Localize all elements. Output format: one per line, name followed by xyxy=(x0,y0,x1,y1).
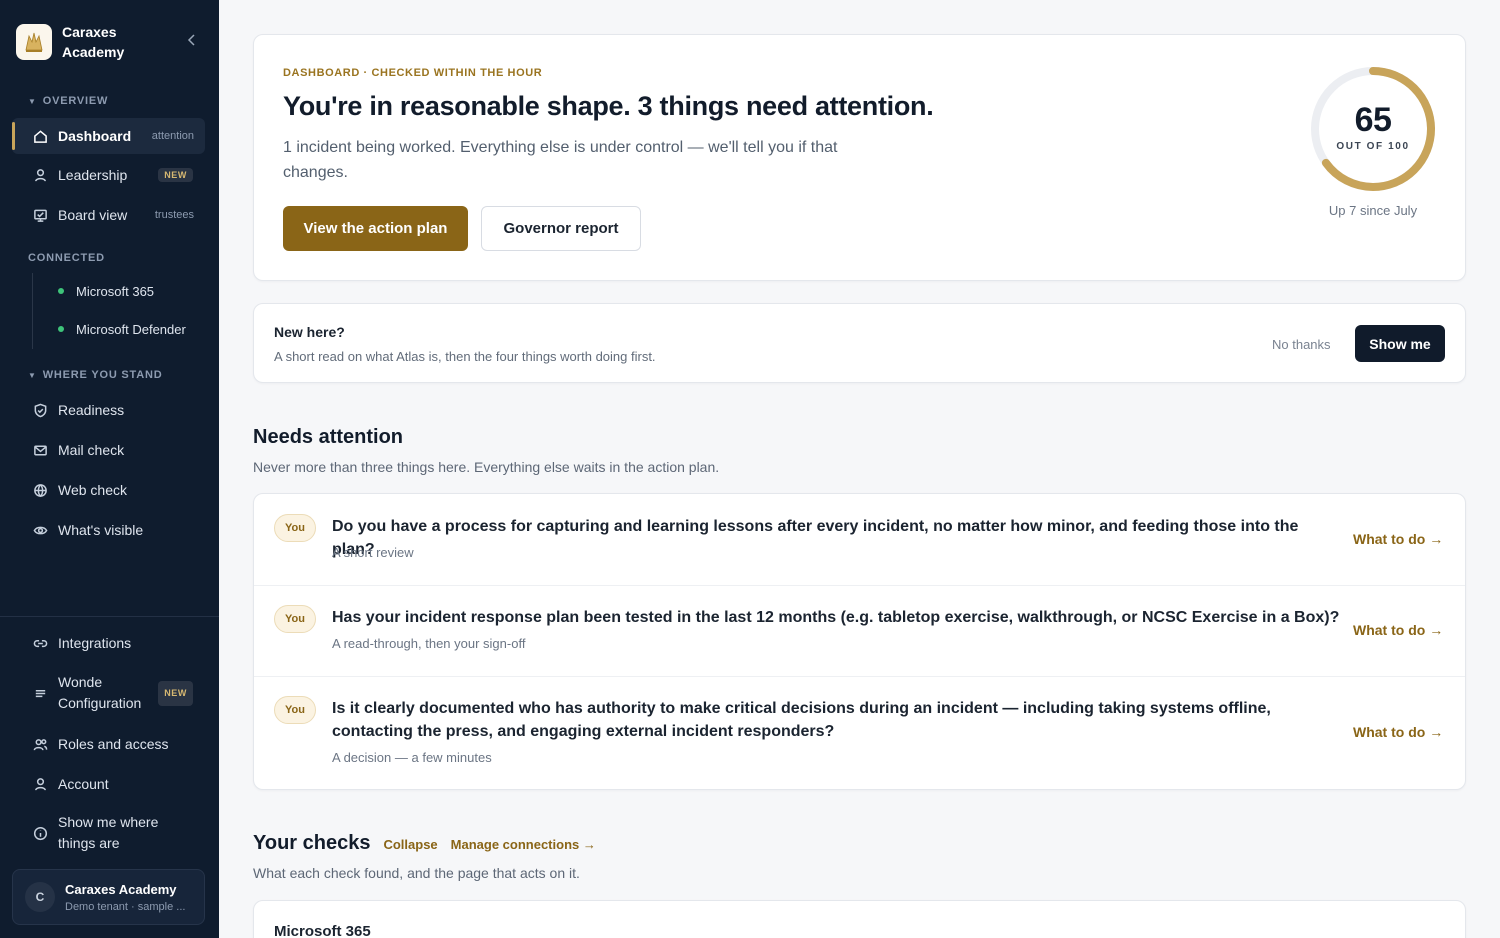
welcome-subtitle: A short read on what Atlas is, then the … xyxy=(274,349,656,364)
attention-list: You Do you have a process for capturing … xyxy=(253,493,1466,790)
sidebar-tag: attention xyxy=(151,130,194,142)
users-icon xyxy=(32,736,48,752)
check-card-microsoft-365[interactable]: Microsoft 365 xyxy=(253,900,1466,938)
section-where-you-stand[interactable]: ▼ WHERE YOU STAND xyxy=(28,369,162,381)
sidebar-item-leadership[interactable]: Leadership NEW xyxy=(12,157,205,193)
new-badge: NEW xyxy=(158,680,193,706)
tenant-name: Caraxes Academy xyxy=(65,881,177,897)
view-action-plan-button[interactable]: View the action plan xyxy=(283,206,468,251)
menu-icon xyxy=(32,685,48,701)
manage-connections-link[interactable]: Manage connections → xyxy=(451,837,596,852)
eye-icon xyxy=(32,522,48,538)
collapse-link[interactable]: Collapse xyxy=(383,837,437,852)
owner-pill: You xyxy=(274,605,316,633)
attention-item-sub: A read-through, then your sign-off xyxy=(332,636,526,651)
sidebar-item-dashboard[interactable]: Dashboard attention xyxy=(12,118,205,154)
avatar: C xyxy=(25,882,55,912)
owner-pill: You xyxy=(274,696,316,724)
status-dot xyxy=(58,288,64,294)
sidebar-item-mail-check[interactable]: Mail check xyxy=(12,432,205,468)
collapse-sidebar-button[interactable] xyxy=(182,30,202,50)
attention-item-title: Has your incident response plan been tes… xyxy=(332,609,1340,626)
score-trend: Up 7 since July xyxy=(1328,203,1418,218)
score-gauge: 65 OUT OF 100 xyxy=(1309,65,1437,193)
crest-icon xyxy=(25,32,43,52)
status-dot xyxy=(58,326,64,332)
section-overview[interactable]: ▼ OVERVIEW xyxy=(28,95,108,107)
chevron-down-icon: ▼ xyxy=(28,96,37,106)
brand-logo xyxy=(16,24,52,60)
sidebar-item-readiness[interactable]: Readiness xyxy=(12,392,205,428)
sidebar-item-board-view[interactable]: Board view trustees xyxy=(12,197,205,233)
what-to-do-link[interactable]: What to do → xyxy=(1353,724,1443,740)
attention-item-sub: A short review xyxy=(332,545,414,560)
hero-subtitle: 1 incident being worked. Everything else… xyxy=(283,139,838,181)
chevron-left-icon xyxy=(187,34,195,46)
checks-subtitle: What each check found, and the page that… xyxy=(253,865,580,881)
checks-header: Your checks Collapse Manage connections … xyxy=(253,832,596,855)
sidebar-item-show-me-where[interactable]: Show me where things are xyxy=(12,809,205,857)
home-icon xyxy=(32,128,48,144)
sidebar-divider xyxy=(0,616,219,617)
sidebar-item-wonde-configuration[interactable]: Wonde Configuration NEW xyxy=(12,669,205,717)
attention-item[interactable]: You Has your incident response plan been… xyxy=(254,586,1465,677)
sidebar: Caraxes Academy ▼ OVERVIEW Dashboard att… xyxy=(0,0,219,938)
sidebar-tag: trustees xyxy=(154,209,194,221)
sidebar-item-integrations[interactable]: Integrations xyxy=(12,625,205,661)
attention-item-title: Is it clearly documented who has authori… xyxy=(332,700,1271,740)
attention-item[interactable]: You Do you have a process for capturing … xyxy=(254,494,1465,586)
sidebar-item-microsoft-365[interactable]: Microsoft 365 xyxy=(12,275,205,307)
hero-eyebrow: DASHBOARD · CHECKED WITHIN THE HOUR xyxy=(283,67,543,79)
what-to-do-link[interactable]: What to do → xyxy=(1353,622,1443,638)
needs-attention-subtitle: Never more than three things here. Every… xyxy=(253,459,720,475)
user-icon xyxy=(32,167,48,183)
section-connected: CONNECTED xyxy=(28,252,105,264)
sidebar-item-web-check[interactable]: Web check xyxy=(12,472,205,508)
info-icon xyxy=(32,825,48,841)
owner-pill: You xyxy=(274,514,316,542)
needs-attention-heading: Needs attention xyxy=(253,426,404,448)
attention-item-title: Do you have a process for capturing and … xyxy=(332,518,1299,558)
board-icon xyxy=(32,207,48,223)
link-icon xyxy=(32,635,48,651)
governor-report-button[interactable]: Governor report xyxy=(481,206,641,251)
no-thanks-button[interactable]: No thanks xyxy=(1272,337,1331,352)
user-icon xyxy=(32,776,48,792)
page-title: You're in reasonable shape. 3 things nee… xyxy=(283,91,934,121)
shield-icon xyxy=(32,402,48,418)
sidebar-item-account[interactable]: Account xyxy=(12,766,205,802)
welcome-title: New here? xyxy=(274,324,345,340)
brand[interactable]: Caraxes Academy xyxy=(16,22,172,62)
score-label: OUT OF 100 xyxy=(1336,141,1410,152)
mail-icon xyxy=(32,442,48,458)
new-badge: NEW xyxy=(158,168,193,182)
tenant-switcher[interactable]: C Caraxes Academy Demo tenant · sample .… xyxy=(12,869,205,925)
show-me-button[interactable]: Show me xyxy=(1355,325,1445,362)
score-value: 65 xyxy=(1354,101,1392,139)
sidebar-item-roles-and-access[interactable]: Roles and access xyxy=(12,726,205,762)
check-card-title: Microsoft 365 xyxy=(274,923,371,938)
chevron-down-icon: ▼ xyxy=(28,370,37,380)
sidebar-item-whats-visible[interactable]: What's visible xyxy=(12,512,205,548)
tenant-sub: Demo tenant · sample ... xyxy=(65,900,186,913)
attention-item-sub: A decision — a few minutes xyxy=(332,750,492,765)
checks-heading: Your checks xyxy=(253,832,371,854)
welcome-card: New here? A short read on what Atlas is,… xyxy=(253,303,1466,383)
attention-item[interactable]: You Is it clearly documented who has aut… xyxy=(254,677,1465,789)
what-to-do-link[interactable]: What to do → xyxy=(1353,531,1443,547)
hero-card: DASHBOARD · CHECKED WITHIN THE HOUR You'… xyxy=(253,34,1466,281)
brand-name: Caraxes Academy xyxy=(62,24,125,60)
globe-icon xyxy=(32,482,48,498)
sidebar-item-microsoft-defender[interactable]: Microsoft Defender xyxy=(12,313,205,345)
